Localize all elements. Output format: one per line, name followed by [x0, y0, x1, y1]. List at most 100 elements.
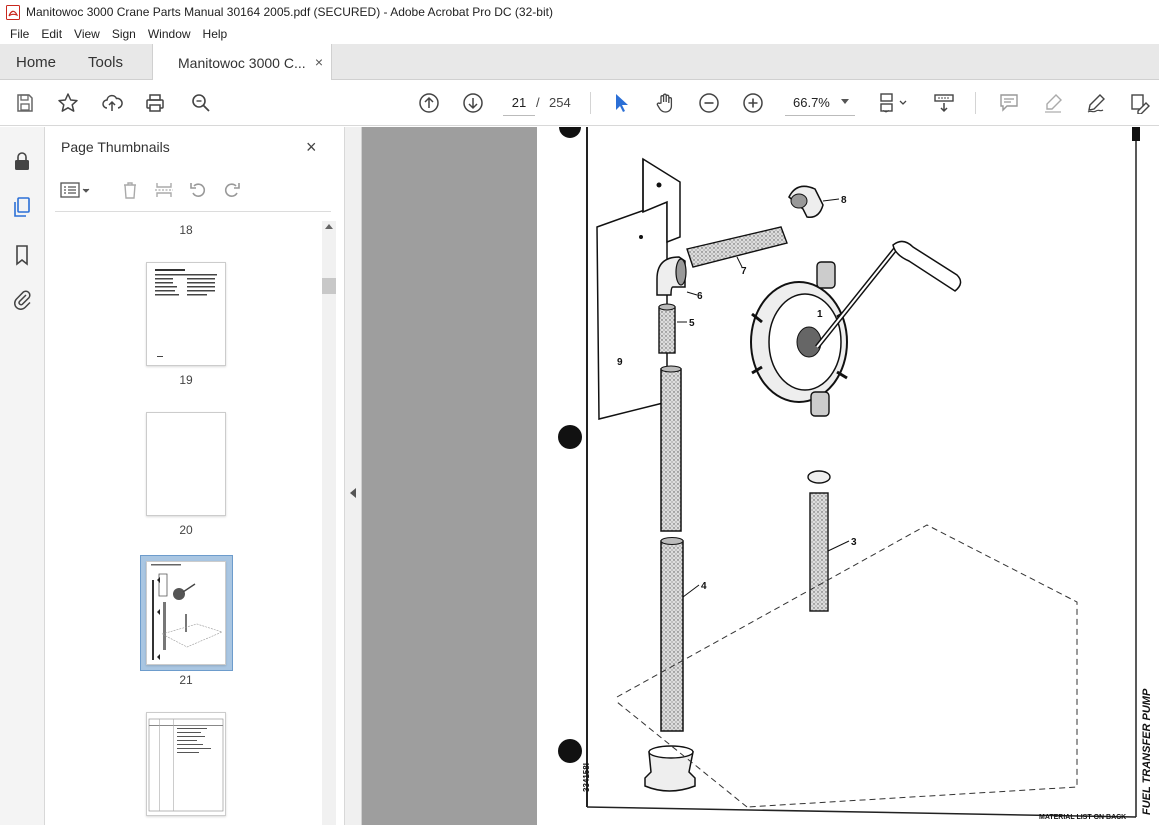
previous-page-button[interactable]	[416, 90, 442, 116]
next-page-button[interactable]	[460, 90, 486, 116]
current-page-input[interactable]: 21	[503, 90, 535, 116]
select-tool-button[interactable]	[608, 90, 634, 116]
thumbnail-label: 18	[179, 223, 193, 237]
panel-splitter[interactable]	[345, 127, 362, 825]
left-navigation-rail	[0, 127, 45, 825]
callout-6: 6	[697, 291, 703, 302]
page-side-title: FUEL TRANSFER PUMP	[1141, 688, 1153, 815]
save-icon	[17, 94, 33, 112]
scrollbar-thumb[interactable]	[322, 278, 336, 294]
find-button[interactable]	[188, 90, 214, 116]
zoom-in-icon	[743, 93, 763, 113]
page-separator: /	[536, 95, 540, 110]
edit-pdf-icon	[1131, 94, 1150, 114]
menu-edit[interactable]: Edit	[35, 27, 68, 41]
thumbnail-toolbar	[55, 177, 335, 203]
hand-pan-icon	[656, 93, 673, 113]
print-button[interactable]	[142, 90, 168, 116]
panel-divider	[55, 211, 331, 212]
edit-pdf-button[interactable]	[1127, 90, 1153, 116]
bookmark-icon	[16, 245, 28, 266]
insert-pages-button[interactable]	[153, 179, 175, 201]
hand-tool-button[interactable]	[652, 90, 678, 116]
rotate-left-icon	[190, 183, 206, 197]
close-panel-button[interactable]: ×	[306, 137, 317, 158]
menu-window[interactable]: Window	[142, 27, 197, 41]
options-menu-icon	[60, 182, 90, 198]
close-tab-button[interactable]: ×	[315, 54, 323, 70]
select-pointer-icon	[616, 94, 628, 112]
lock-icon	[15, 152, 29, 170]
chevron-down-icon	[841, 99, 849, 104]
bookmark-star-button[interactable]	[55, 90, 81, 116]
toolbar-divider	[975, 92, 976, 114]
callout-9: 9	[617, 357, 623, 368]
comment-button[interactable]	[996, 90, 1022, 116]
zoom-level-value: 66.7%	[793, 95, 830, 110]
total-pages: 254	[549, 95, 571, 110]
callout-5: 5	[689, 318, 695, 329]
collapse-panel-icon[interactable]	[350, 488, 356, 498]
rotate-left-button[interactable]	[187, 179, 209, 201]
arrow-down-circle-icon	[463, 93, 483, 113]
thumbnail-options-button[interactable]	[59, 179, 93, 201]
zoom-in-button[interactable]	[740, 90, 766, 116]
search-zoom-icon	[192, 94, 210, 112]
zoom-level-dropdown[interactable]: 66.7%	[785, 90, 855, 116]
page-view-icon	[880, 93, 907, 113]
thumbnail-page-20[interactable]	[146, 412, 226, 516]
highlight-icon	[1045, 94, 1062, 113]
delete-pages-button[interactable]	[119, 179, 141, 201]
tab-document[interactable]: Manitowoc 3000 C... ×	[152, 44, 332, 81]
page-thumbnails-panel: Page Thumbnails × 18 19 20 21	[45, 127, 345, 825]
exploded-parts-drawing: 6 5 7 8 1 9 3 4 FUEL TRANSFER PUMP 33415…	[558, 127, 1153, 821]
tab-bar: Home Tools Manitowoc 3000 C... ×	[0, 44, 1159, 81]
thumbnails-scrollbar[interactable]	[322, 221, 336, 825]
acrobat-logo-icon	[6, 4, 20, 20]
zoom-out-icon	[699, 93, 719, 113]
thumbnail-page-22[interactable]	[146, 712, 226, 816]
print-icon	[146, 94, 164, 112]
panel-title: Page Thumbnails	[61, 139, 170, 155]
attachment-icon	[14, 290, 31, 310]
security-button[interactable]	[10, 149, 34, 173]
menu-help[interactable]: Help	[197, 27, 234, 41]
thumbnail-page-19[interactable]	[146, 262, 226, 366]
page-view-button[interactable]	[876, 90, 910, 116]
attachments-button[interactable]	[10, 287, 34, 311]
page-thumbnails-button[interactable]	[10, 195, 34, 219]
highlight-button[interactable]	[1040, 90, 1066, 116]
callout-4: 4	[701, 581, 707, 592]
drawing-number: 334158I	[582, 763, 591, 792]
bookmark-star-icon	[58, 93, 78, 112]
zoom-out-button[interactable]	[696, 90, 722, 116]
arrow-up-circle-icon	[419, 93, 439, 113]
material-list-note: MATERIAL LIST ON BACK	[1039, 814, 1126, 821]
callout-1: 1	[817, 309, 823, 320]
toolbar-divider	[590, 92, 591, 114]
callout-8: 8	[841, 195, 847, 206]
document-tab-label: Manitowoc 3000 C...	[178, 54, 306, 71]
pdf-page: 6 5 7 8 1 9 3 4 FUEL TRANSFER PUMP 33415…	[537, 127, 1159, 825]
draw-sign-button[interactable]	[1083, 90, 1109, 116]
menu-file[interactable]: File	[4, 27, 35, 41]
bookmarks-button[interactable]	[10, 243, 34, 267]
tab-home[interactable]: Home	[16, 44, 56, 80]
rotate-right-button[interactable]	[221, 179, 243, 201]
document-viewport[interactable]: 6 5 7 8 1 9 3 4 FUEL TRANSFER PUMP 33415…	[362, 127, 1159, 825]
callout-3: 3	[851, 537, 857, 548]
scroll-mode-icon	[934, 94, 954, 113]
scroll-up-icon[interactable]	[325, 224, 333, 229]
title-bar: Manitowoc 3000 Crane Parts Manual 30164 …	[0, 0, 1159, 24]
pages-icon	[14, 197, 30, 217]
save-button[interactable]	[12, 90, 38, 116]
scroll-mode-button[interactable]	[931, 90, 957, 116]
menu-sign[interactable]: Sign	[106, 27, 142, 41]
menu-view[interactable]: View	[68, 27, 106, 41]
comment-icon	[1000, 94, 1018, 112]
thumbnail-page-21[interactable]	[146, 561, 226, 665]
main-toolbar: 21 / 254 66.7%	[0, 80, 1159, 126]
upload-button[interactable]	[99, 90, 125, 116]
tab-tools[interactable]: Tools	[88, 44, 123, 80]
upload-icon	[102, 94, 123, 111]
